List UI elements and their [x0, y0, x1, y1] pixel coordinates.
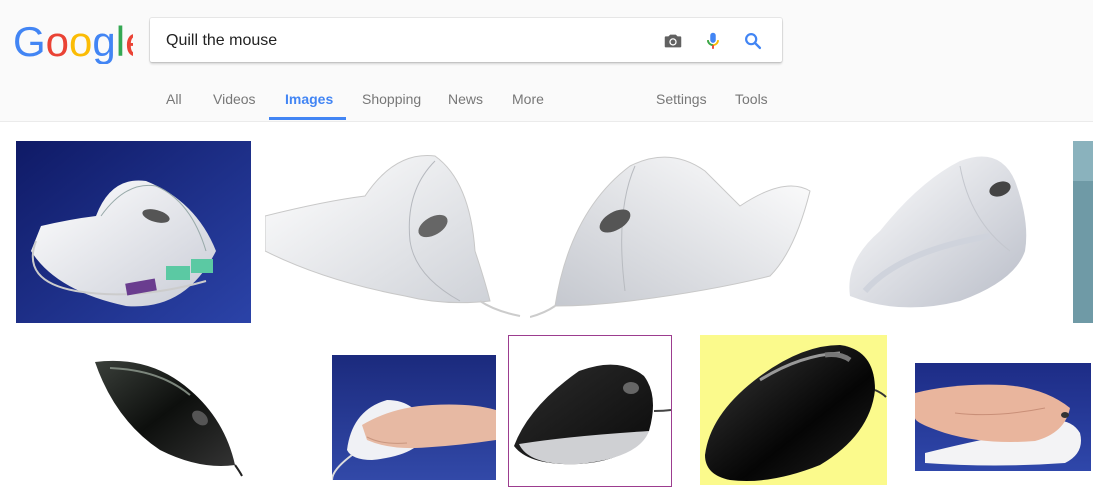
tools-link[interactable]: Tools — [735, 91, 768, 107]
image-result[interactable] — [265, 141, 525, 323]
active-tab-indicator — [269, 117, 346, 120]
image-result[interactable] — [16, 141, 251, 323]
tab-news[interactable]: News — [448, 91, 483, 107]
image-result[interactable] — [332, 355, 496, 480]
microphone-icon[interactable] — [702, 30, 724, 52]
google-logo[interactable]: Google — [13, 20, 133, 64]
image-result[interactable] — [530, 141, 812, 323]
tab-all[interactable]: All — [166, 91, 182, 107]
svg-text:Google: Google — [13, 20, 133, 64]
image-result[interactable] — [700, 335, 887, 485]
image-result[interactable] — [915, 363, 1091, 471]
tab-images[interactable]: Images — [285, 91, 333, 107]
camera-icon[interactable] — [662, 30, 684, 52]
tab-videos[interactable]: Videos — [213, 91, 256, 107]
image-result[interactable] — [1073, 141, 1093, 323]
search-box — [150, 18, 782, 62]
header-bar: Google All Videos Images Shopping News M… — [0, 0, 1093, 122]
image-result[interactable] — [840, 141, 1040, 323]
image-result[interactable] — [508, 335, 672, 487]
image-result[interactable] — [90, 350, 245, 478]
tab-shopping[interactable]: Shopping — [362, 91, 421, 107]
search-icon[interactable] — [742, 30, 764, 52]
search-input[interactable] — [166, 30, 646, 52]
tab-more[interactable]: More — [512, 91, 544, 107]
image-results-grid — [0, 122, 1093, 487]
settings-link[interactable]: Settings — [656, 91, 707, 107]
